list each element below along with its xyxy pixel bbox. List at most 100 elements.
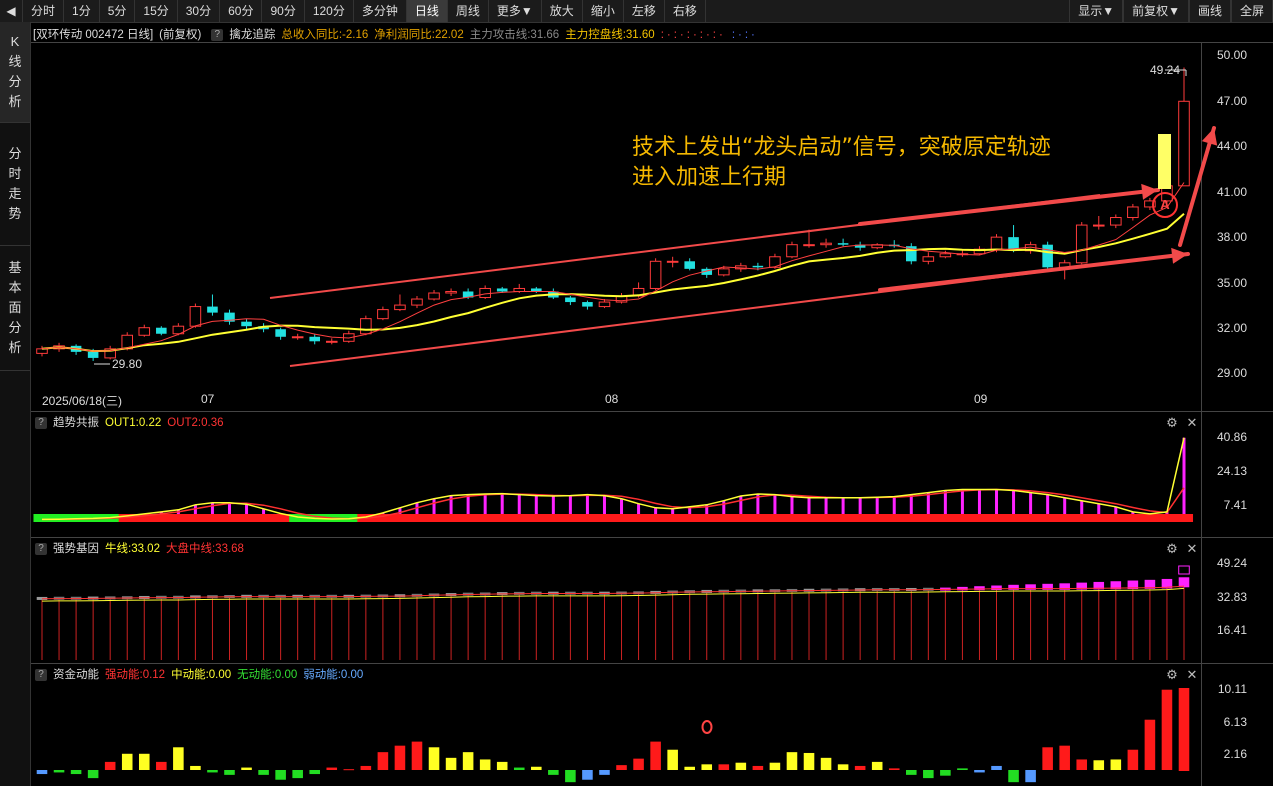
low-price-label: 29.80	[112, 357, 143, 371]
money-bar	[462, 752, 474, 770]
trend-base-bar	[817, 514, 836, 522]
candle-body-up	[649, 260, 662, 289]
candle-body-up	[138, 327, 151, 336]
trend-bar	[245, 504, 249, 514]
trend-base-bar	[442, 514, 461, 522]
money-bar	[1161, 689, 1173, 770]
gear-icon[interactable]: ⚙	[1165, 542, 1179, 556]
trend-bar	[790, 496, 794, 514]
trend-base-bar	[1175, 514, 1194, 522]
gear-icon[interactable]: ⚙	[1165, 668, 1179, 682]
candle-body-up	[394, 304, 406, 311]
money-bar	[309, 770, 321, 775]
close-icon[interactable]: ✕	[1185, 542, 1199, 556]
close-icon[interactable]: ✕	[1185, 668, 1199, 682]
price-y-label: 32.00	[1216, 321, 1247, 335]
trend-base-bar	[203, 514, 222, 522]
money-bar	[667, 749, 678, 770]
p4-y-label: 6.13	[1223, 715, 1247, 729]
panel-trend-name[interactable]: 趋势共振	[53, 414, 99, 432]
trend-bar	[739, 496, 743, 514]
trend-bar	[500, 493, 504, 514]
money-bar	[224, 770, 235, 775]
money-bar	[104, 761, 116, 770]
money-bar	[428, 747, 440, 770]
p3-y-label: 49.24	[1216, 556, 1247, 570]
money-bar	[1110, 759, 1122, 770]
trend-base-bar	[1141, 514, 1159, 522]
trend-base-bar	[255, 514, 273, 522]
money-bar	[343, 769, 355, 771]
trend-bar	[210, 502, 214, 514]
trend-bar	[1080, 500, 1084, 514]
trend-base-bar	[493, 514, 512, 522]
trend-base-bar	[647, 514, 665, 522]
help-icon[interactable]: ?	[35, 543, 47, 555]
money-bar	[207, 770, 218, 773]
trend-bar	[654, 507, 658, 514]
trend-base-bar	[630, 514, 648, 522]
trend-bar	[534, 495, 538, 514]
trend-base-bar	[1005, 514, 1023, 522]
candle-body-down	[496, 288, 508, 292]
trend-base-bar	[613, 514, 631, 522]
trend-base-bar	[698, 514, 716, 522]
panel-money-name[interactable]: 资金动能	[53, 666, 99, 684]
money-bar	[394, 745, 406, 770]
dragon-signal-mark: A	[1160, 197, 1170, 212]
money-bar	[190, 765, 201, 770]
candle-body-down	[309, 336, 321, 342]
money-bar	[1042, 747, 1053, 770]
trend-bar	[466, 494, 470, 514]
trend-base-bar	[1107, 514, 1125, 522]
trend-base-bar	[783, 514, 801, 522]
money-bar	[582, 770, 593, 780]
gear-icon[interactable]: ⚙	[1165, 416, 1179, 430]
panel-strength-header: ? 强势基因 牛线:33.02 大盘中线:33.68	[31, 540, 250, 558]
trend-base-bar	[408, 514, 427, 522]
ma-control-line	[41, 212, 1185, 353]
trend-bar	[671, 508, 675, 514]
candle-body-down	[684, 261, 695, 269]
candle-body-up	[939, 253, 952, 258]
trend-bar	[620, 498, 624, 514]
trend-bar	[551, 496, 555, 514]
out2-value: OUT2:0.36	[167, 417, 224, 429]
niu-line	[41, 587, 1185, 602]
trend-base-bar	[510, 514, 529, 522]
candle-body-down	[207, 306, 218, 313]
analysis-annotation: 技术上发出“龙头启动”信号，突破原定轨迹 进入加速上行期	[632, 133, 1051, 193]
money-bar	[650, 741, 661, 770]
trend-base-bar	[595, 514, 614, 522]
trend-bar	[960, 489, 964, 514]
help-icon[interactable]: ?	[35, 669, 47, 681]
money-bar	[940, 770, 951, 776]
candle-body-up	[445, 290, 457, 294]
candle-body-up	[411, 298, 423, 306]
p2-y-label: 24.13	[1216, 464, 1247, 478]
money-bar	[1008, 770, 1019, 783]
help-icon[interactable]: ?	[35, 417, 47, 429]
money-bar	[241, 767, 252, 770]
trend-bar	[1012, 490, 1016, 514]
trend-bar	[637, 503, 641, 514]
price-y-label: 41.00	[1216, 185, 1247, 199]
panel-strength-name[interactable]: 强势基因	[53, 540, 99, 558]
price-y-label: 44.00	[1216, 139, 1247, 153]
money-bar	[1076, 759, 1088, 770]
trend-base-bar	[1124, 514, 1142, 522]
trend-base-bar	[1039, 514, 1057, 522]
close-icon[interactable]: ✕	[1185, 416, 1199, 430]
money-bar	[1127, 749, 1139, 770]
trend-bar	[841, 497, 845, 514]
p4-y-label: 2.16	[1223, 747, 1247, 761]
price-y-label: 35.00	[1216, 276, 1247, 290]
candle-body-up	[803, 244, 815, 247]
trend-bar	[517, 494, 521, 514]
money-bar	[957, 768, 968, 770]
p3-y-label: 16.41	[1216, 623, 1247, 637]
trend-base-bar	[169, 514, 188, 522]
price-y-label: 38.00	[1216, 230, 1247, 244]
trend-base-bar	[1158, 514, 1176, 522]
trend-bar	[483, 493, 487, 514]
